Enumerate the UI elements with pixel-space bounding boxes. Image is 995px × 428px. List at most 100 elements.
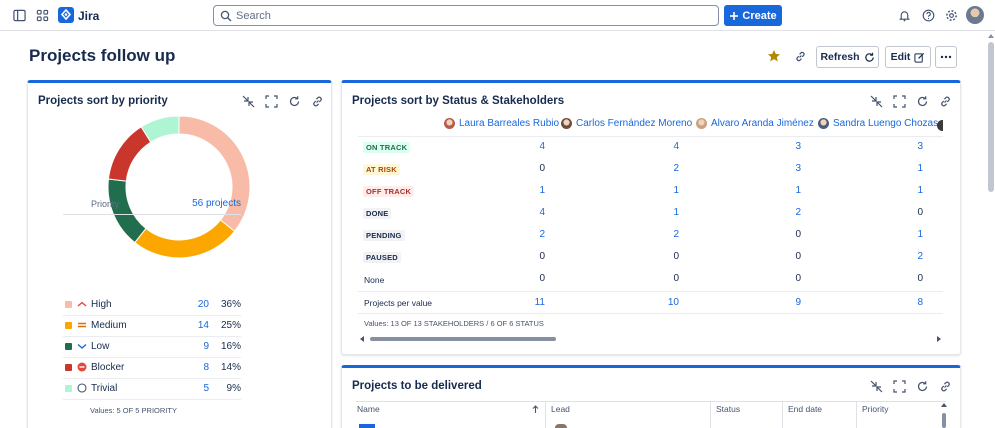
sort-ascending-icon[interactable] [532,405,539,414]
more-actions-button[interactable] [935,46,957,68]
legend-label: Medium [91,320,127,331]
priority-legend-row[interactable]: Low 9 16% [63,337,241,358]
matrix-cell: 0 [795,229,801,240]
notifications-bell-icon[interactable] [898,9,911,22]
matrix-cell[interactable]: 3 [893,141,923,152]
search-input[interactable] [236,8,706,23]
matrix-total-cell[interactable]: 8 [893,297,923,308]
copy-link-icon[interactable] [794,50,807,63]
matrix-cell[interactable]: 3 [771,141,801,152]
link-icon[interactable] [939,95,952,108]
matrix-cell[interactable]: 2 [649,229,679,240]
app-name[interactable]: Jira [78,9,99,23]
column-header-priority[interactable]: Priority [862,404,888,414]
page-scrollbar-thumb[interactable] [988,42,994,192]
priority-legend-row[interactable]: High 20 36% [63,295,241,316]
legend-percentage: 16% [220,341,241,352]
link-icon[interactable] [939,380,952,393]
edit-button[interactable]: Edit [885,46,931,68]
column-header-status[interactable]: Status [716,404,740,414]
top-navigation-bar: Jira Create [0,0,995,31]
stakeholder-avatar-icon [937,120,943,131]
collapse-icon[interactable] [870,380,883,393]
donut-slice-blocker[interactable] [107,126,152,182]
stakeholder-column-header[interactable]: Sandra Luengo Chozas [818,118,938,129]
card-actions [870,95,952,108]
table-vertical-scrollbar[interactable] [940,402,948,428]
matrix-cell[interactable]: 4 [515,207,545,218]
priority-legend-row[interactable]: Blocker 8 14% [63,358,241,379]
legend-percentage: 36% [220,299,241,310]
create-button[interactable]: Create [724,5,782,26]
matrix-cell: 0 [539,273,545,284]
matrix-total-cell[interactable]: 9 [771,297,801,308]
legend-count[interactable]: 8 [203,362,209,373]
matrix-cell[interactable]: 4 [649,141,679,152]
matrix-cell: 0 [795,273,801,284]
refresh-icon[interactable] [916,380,929,393]
matrix-cell: 0 [795,251,801,262]
legend-count[interactable]: 20 [198,299,209,310]
matrix-total-cell[interactable]: 10 [649,297,679,308]
legend-label: High [91,299,112,310]
matrix-cell[interactable]: 1 [515,185,545,196]
table-top-border [356,401,946,402]
matrix-horizontal-scrollbar[interactable] [358,334,943,344]
column-header-lead[interactable]: Lead [551,404,570,414]
total-projects-link[interactable]: 56 projects [192,198,241,209]
matrix-cell[interactable]: 4 [515,141,545,152]
matrix-cell[interactable]: 1 [893,163,923,174]
collapse-icon[interactable] [870,95,883,108]
legend-color-swatch [65,385,72,392]
stakeholder-column-header[interactable]: Carlos Fernández Moreno [561,118,692,129]
fullscreen-icon[interactable] [893,380,906,393]
legend-label: Blocker [91,362,125,373]
card-actions [870,380,952,393]
priority-legend-row[interactable]: Trivial 5 9% [63,379,241,400]
refresh-icon[interactable] [288,95,301,108]
column-header-name[interactable]: Name [357,404,380,414]
fullscreen-icon[interactable] [893,95,906,108]
refresh-icon [864,52,874,62]
priority-legend-row[interactable]: Medium 14 25% [63,316,241,337]
legend-count[interactable]: 14 [198,320,209,331]
refresh-icon[interactable] [916,95,929,108]
link-icon[interactable] [311,95,324,108]
stakeholder-column-header[interactable]: Laura Barreales Rubio [444,118,559,129]
legend-count[interactable]: 5 [203,383,209,394]
status-values-note: Values: 13 OF 13 STAKEHOLDERS / 6 OF 6 S… [364,319,544,328]
matrix-cell[interactable]: 2 [515,229,545,240]
matrix-scrollbar-thumb [370,337,556,341]
legend-count[interactable]: 9 [203,341,209,352]
fullscreen-icon[interactable] [265,95,278,108]
jira-logo[interactable] [58,7,74,23]
matrix-cell: 0 [539,163,545,174]
refresh-button[interactable]: Refresh [816,46,879,68]
matrix-total-cell[interactable]: 11 [515,297,545,308]
stakeholder-column-header[interactable]: Alvaro Aranda Jiménez [696,118,814,129]
help-icon[interactable] [922,9,935,22]
matrix-cell[interactable]: 1 [649,185,679,196]
matrix-cell[interactable]: 1 [649,207,679,218]
matrix-cell[interactable]: 2 [649,163,679,174]
column-divider [856,401,857,428]
column-divider [710,401,711,428]
matrix-cell[interactable]: 3 [771,163,801,174]
search-box[interactable] [213,5,719,26]
settings-gear-icon[interactable] [945,9,958,22]
user-avatar[interactable] [966,6,984,24]
matrix-cell: 0 [673,273,679,284]
matrix-cell[interactable]: 2 [771,207,801,218]
matrix-cell[interactable]: 2 [893,251,923,262]
donut-slice-medium[interactable] [134,219,236,259]
matrix-cell[interactable]: 1 [893,185,923,196]
matrix-cell[interactable]: 1 [771,185,801,196]
sidebar-toggle-icon[interactable] [13,9,26,22]
column-divider [782,401,783,428]
matrix-cell[interactable]: 1 [893,229,923,240]
matrix-cell: 0 [539,251,545,262]
app-switcher-icon[interactable] [36,9,49,22]
star-favorite-icon[interactable] [767,49,781,63]
column-header-end-date[interactable]: End date [788,404,822,414]
collapse-icon[interactable] [242,95,255,108]
